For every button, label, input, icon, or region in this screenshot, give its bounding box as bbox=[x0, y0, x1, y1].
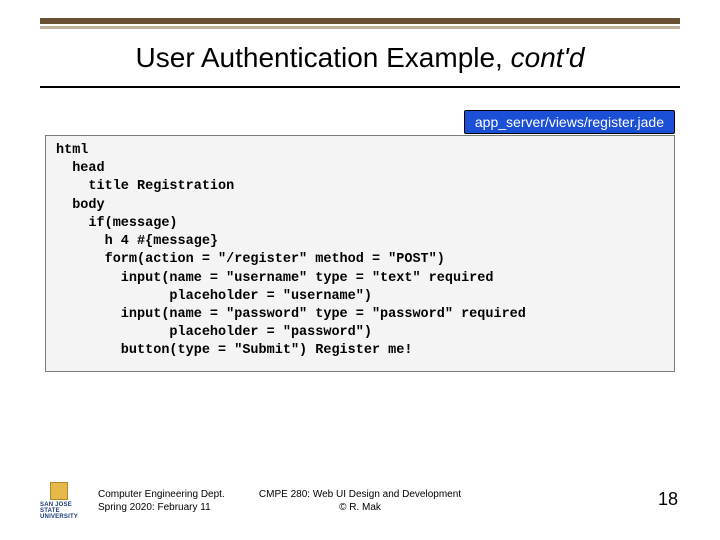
decor-bar-light bbox=[40, 26, 680, 29]
footer-course: CMPE 280: Web UI Design and Development bbox=[0, 489, 720, 502]
footer: SAN JOSE STATE UNIVERSITY Computer Engin… bbox=[0, 468, 720, 516]
file-path-badge: app_server/views/register.jade bbox=[464, 110, 675, 134]
title-main: User Authentication Example, bbox=[136, 42, 511, 73]
decor-bar-dark bbox=[40, 18, 680, 24]
title-italic: cont'd bbox=[511, 42, 585, 73]
footer-author: © R. Mak bbox=[0, 502, 720, 515]
footer-center: CMPE 280: Web UI Design and Development … bbox=[0, 489, 720, 514]
slide-title: User Authentication Example, cont'd bbox=[0, 42, 720, 74]
page-number: 18 bbox=[658, 489, 678, 510]
title-underline bbox=[40, 86, 680, 88]
code-block: html head title Registration body if(mes… bbox=[45, 135, 675, 372]
code-content: html head title Registration body if(mes… bbox=[56, 142, 664, 361]
